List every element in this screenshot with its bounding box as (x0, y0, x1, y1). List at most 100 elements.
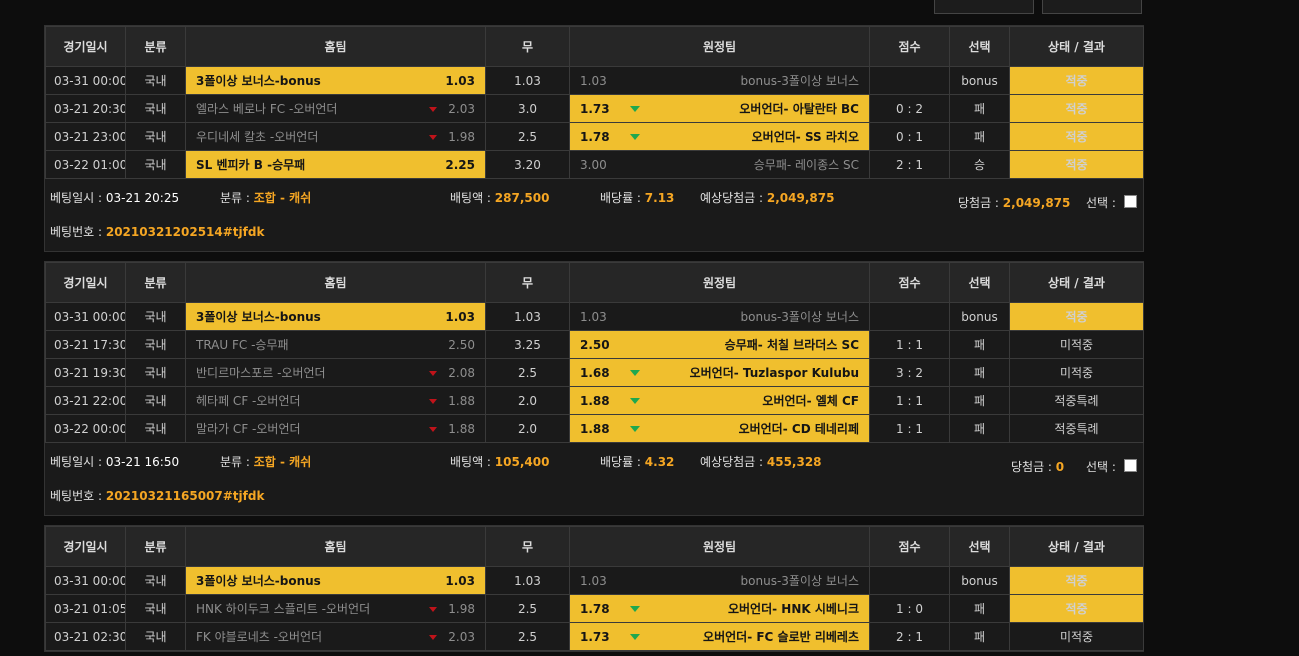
draw-odds: 1.03 (485, 66, 570, 95)
bet-status: 미적중 (1009, 358, 1144, 387)
home-team-cell[interactable]: 우디네세 칼초 -오버언더 1.98 (185, 122, 486, 151)
bet-amount: 배팅액 : 105,400 (450, 453, 549, 470)
bet-pick: bonus (949, 66, 1010, 95)
home-team-name: 3폴이상 보너스-bonus (196, 74, 321, 88)
bet-slip: 경기일시 분류 홈팀 무 원정팀 점수 선택 상태 / 결과 03-31 00:00 국내 3폴이상… (44, 525, 1144, 652)
away-team-cell[interactable]: 1.88 오버언더- CD 테네리페 (569, 414, 870, 443)
odds-arrow-icon (630, 105, 640, 112)
col-home-header: 홈팀 (185, 26, 486, 67)
bet-status: 미적중 (1009, 330, 1144, 359)
away-team-name: 승무패- 레이종스 SC (753, 158, 859, 172)
table-row: 03-21 02:30 국내 FK 야블로네츠 -오버언더 2.03 2.5 1.73 오버… (45, 622, 1144, 651)
table-row: 03-21 23:00 국내 우디네세 칼초 -오버언더 1.98 2.5 1.78 오버언… (45, 122, 1144, 151)
col-date-header: 경기일시 (45, 526, 126, 567)
bet-summary: 베팅일시 : 03-21 20:25 분류 : 조합 - 캐쉬 배팅액 : 287,… (45, 179, 1143, 251)
bet-time-value: 03-21 20:25 (105, 191, 180, 205)
match-score: 3 : 2 (869, 358, 950, 387)
home-team-cell[interactable]: 헤타페 CF -오버언더 1.88 (185, 386, 486, 415)
home-team-name: 반디르마스포르 -오버언더 (196, 366, 326, 380)
home-team-cell[interactable]: HNK 하이두크 스플리트 -오버언더 1.98 (185, 594, 486, 623)
away-team-cell[interactable]: 1.68 오버언더- Tuzlaspor Kulubu (569, 358, 870, 387)
home-team-cell[interactable]: 3폴이상 보너스-bonus 1.03 (185, 302, 486, 331)
col-score-header: 점수 (869, 262, 950, 303)
expected-winnings-value: 455,328 (766, 455, 822, 469)
away-team-cell[interactable]: 1.73 오버언더- 아탈란타 BC (569, 94, 870, 123)
home-team-cell[interactable]: SL 벤피카 B -승무패 2.25 (185, 150, 486, 179)
bet-category: 분류 : 조합 - 캐쉬 (220, 189, 311, 206)
match-category: 국내 (125, 622, 186, 651)
home-team-name: 3폴이상 보너스-bonus (196, 310, 321, 324)
total-odds-value: 7.13 (644, 191, 675, 205)
away-team-cell[interactable]: 1.78 오버언더- HNK 시베니크 (569, 594, 870, 623)
match-date: 03-21 23:00 (45, 122, 126, 151)
away-team-name: bonus-3폴이상 보너스 (740, 74, 859, 88)
col-category-header: 분류 (125, 526, 186, 567)
away-team-cell[interactable]: 1.78 오버언더- SS 라치오 (569, 122, 870, 151)
home-team-name: HNK 하이두크 스플리트 -오버언더 (196, 602, 371, 616)
table-row: 03-21 17:30 국내 TRAU FC -승무패 2.50 3.25 2.50 승무패… (45, 330, 1144, 359)
total-odds-label: 배당률 : (600, 191, 645, 205)
away-odds: 1.03 (580, 573, 607, 588)
home-odds: 1.03 (445, 573, 475, 588)
away-team-cell[interactable]: 1.03 bonus-3폴이상 보너스 (569, 66, 870, 95)
winnings: 당첨금 : 2,049,875 (958, 194, 1070, 211)
col-draw-header: 무 (485, 262, 570, 303)
bet-pick: 패 (949, 94, 1010, 123)
match-date: 03-21 17:30 (45, 330, 126, 359)
away-odds: 1.88 (580, 393, 610, 408)
draw-odds: 2.5 (485, 622, 570, 651)
home-team-cell[interactable]: FK 야블로네츠 -오버언더 2.03 (185, 622, 486, 651)
away-team-cell[interactable]: 1.88 오버언더- 엘체 CF (569, 386, 870, 415)
odds-down-arrow-icon (429, 399, 437, 404)
home-odds: 1.03 (445, 309, 475, 324)
match-category: 국내 (125, 122, 186, 151)
away-team-name: bonus-3폴이상 보너스 (740, 574, 859, 588)
bet-pick: 패 (949, 622, 1010, 651)
match-score: 1 : 0 (869, 594, 950, 623)
match-category: 국내 (125, 330, 186, 359)
col-away-header: 원정팀 (569, 26, 870, 67)
home-team-name: 헤타페 CF -오버언더 (196, 394, 301, 408)
top-button-left[interactable] (934, 0, 1034, 14)
home-team-cell[interactable]: TRAU FC -승무패 2.50 (185, 330, 486, 359)
match-category: 국내 (125, 386, 186, 415)
away-team-cell[interactable]: 1.73 오버언더- FC 슬로반 리베레츠 (569, 622, 870, 651)
match-date: 03-31 00:00 (45, 302, 126, 331)
bet-pick: 승 (949, 150, 1010, 179)
away-team-cell[interactable]: 2.50 승무패- 처칠 브라더스 SC (569, 330, 870, 359)
match-date: 03-22 01:00 (45, 150, 126, 179)
home-team-cell[interactable]: 3폴이상 보너스-bonus 1.03 (185, 566, 486, 595)
away-team-cell[interactable]: 3.00 승무패- 레이종스 SC (569, 150, 870, 179)
col-pick-header: 선택 (949, 526, 1010, 567)
home-team-name: 우디네세 칼초 -오버언더 (196, 130, 319, 144)
top-button-right[interactable] (1042, 0, 1142, 14)
col-status-header: 상태 / 결과 (1009, 526, 1144, 567)
bet-status: 적중 (1009, 122, 1144, 151)
home-odds: 1.88 (448, 421, 475, 436)
home-team-cell[interactable]: 3폴이상 보너스-bonus 1.03 (185, 66, 486, 95)
match-date: 03-21 20:30 (45, 94, 126, 123)
away-team-name: 오버언더- CD 테네리페 (738, 422, 859, 436)
match-score (869, 66, 950, 95)
match-category: 국내 (125, 358, 186, 387)
home-odds: 2.25 (445, 157, 475, 172)
away-odds: 1.03 (580, 309, 607, 324)
select-checkbox[interactable] (1123, 195, 1137, 208)
away-team-cell[interactable]: 1.03 bonus-3폴이상 보너스 (569, 566, 870, 595)
match-date: 03-21 22:00 (45, 386, 126, 415)
home-team-cell[interactable]: 말라가 CF -오버언더 1.88 (185, 414, 486, 443)
bet-number: 베팅번호 : 20210321202514#tjfdk (50, 223, 264, 240)
bet-pick: 패 (949, 358, 1010, 387)
match-score (869, 302, 950, 331)
select-label: 선택 : (1086, 196, 1120, 210)
home-team-cell[interactable]: 엘라스 베로나 FC -오버언더 2.03 (185, 94, 486, 123)
odds-down-arrow-icon (429, 607, 437, 612)
bet-time-value: 03-21 16:50 (105, 455, 180, 469)
away-team-cell[interactable]: 1.03 bonus-3폴이상 보너스 (569, 302, 870, 331)
match-category: 국내 (125, 414, 186, 443)
bet-pick: 패 (949, 122, 1010, 151)
home-odds: 2.50 (448, 337, 475, 352)
select-checkbox[interactable] (1123, 459, 1137, 472)
odds-down-arrow-icon (429, 135, 437, 140)
home-team-cell[interactable]: 반디르마스포르 -오버언더 2.08 (185, 358, 486, 387)
